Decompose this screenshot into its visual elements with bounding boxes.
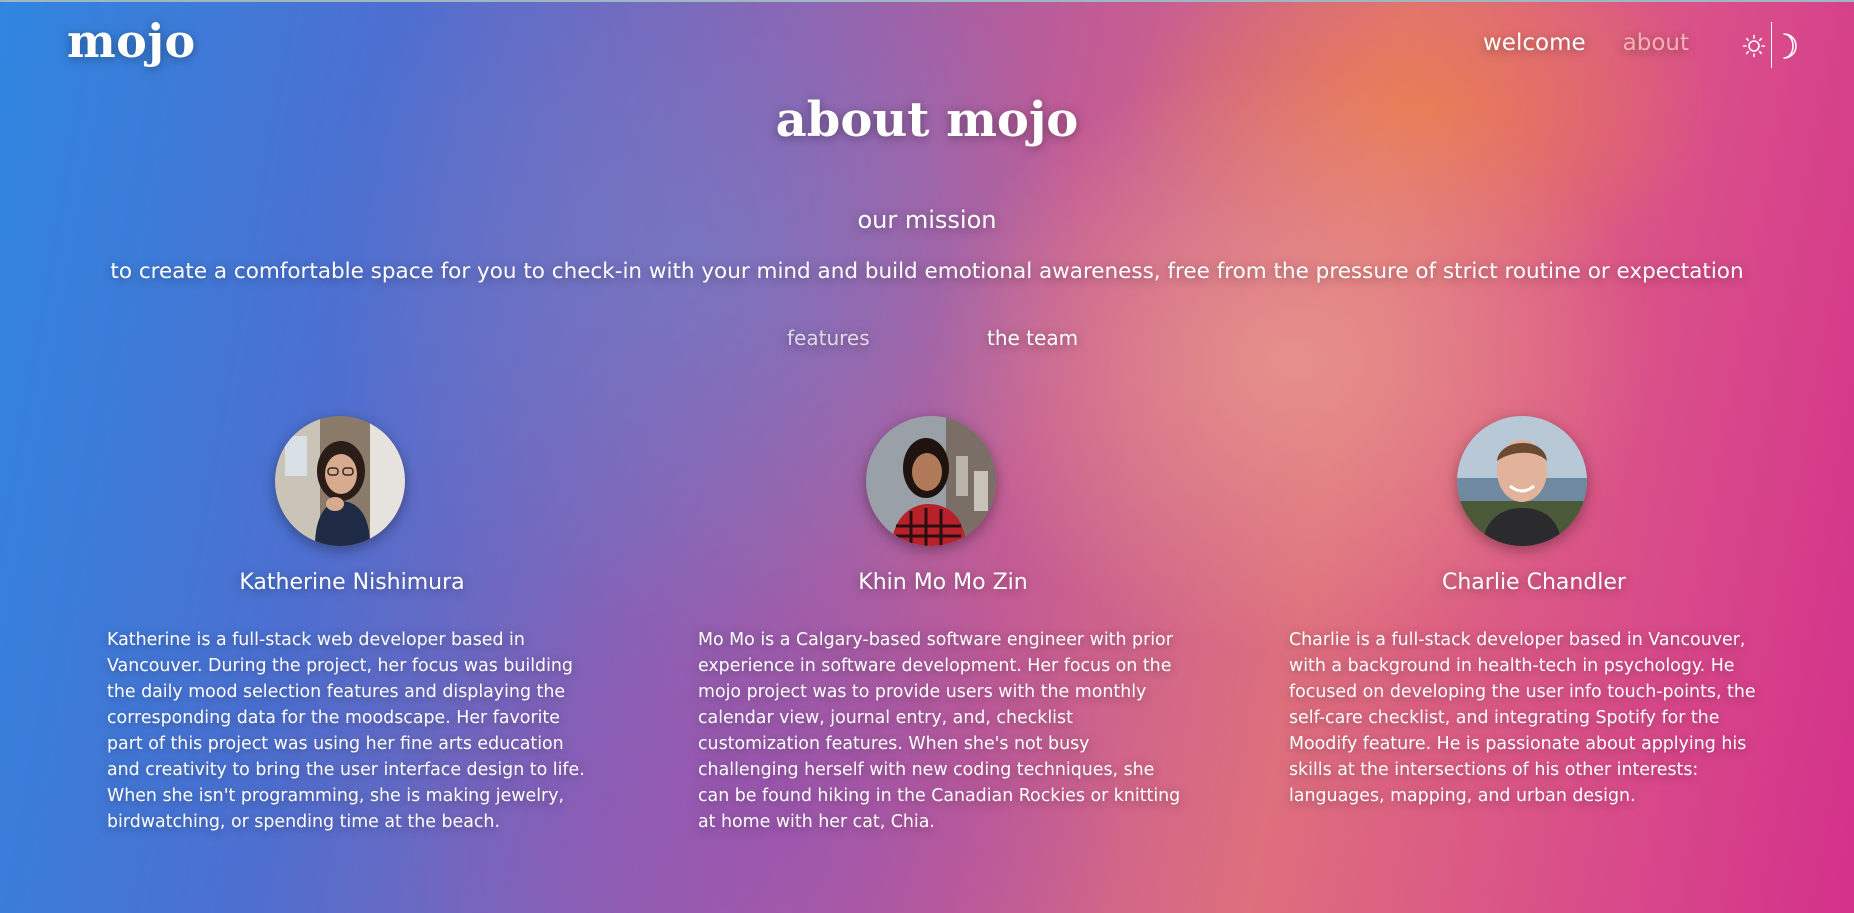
- avatar-charlie: [1457, 416, 1587, 546]
- mission-text: to create a comfortable space for you to…: [110, 259, 1744, 284]
- member-bio: Mo Mo is a Calgary-based software engine…: [698, 630, 1181, 832]
- logo[interactable]: mojo: [67, 14, 196, 68]
- toggle-divider: [1771, 22, 1772, 68]
- tab-the-team[interactable]: the team: [987, 326, 1078, 350]
- member-name: Khin Mo Mo Zin: [858, 570, 1028, 595]
- nav-welcome[interactable]: welcome: [1483, 30, 1586, 56]
- about-tabs: features the team: [0, 326, 1854, 356]
- member-bio: Katherine is a full-stack web developer …: [107, 630, 585, 832]
- top-nav: welcome about: [1483, 30, 1689, 56]
- mission-heading: our mission: [857, 206, 997, 234]
- member-bio: Charlie is a full-stack developer based …: [1289, 630, 1756, 806]
- moon-icon: [1776, 32, 1798, 60]
- theme-toggle[interactable]: [1742, 22, 1798, 70]
- avatar-katherine: [275, 416, 405, 546]
- avatar-khin-mo-mo-zin: [866, 416, 996, 546]
- member-name: Charlie Chandler: [1442, 570, 1626, 595]
- member-name: Katherine Nishimura: [239, 570, 465, 595]
- nav-about[interactable]: about: [1623, 30, 1689, 56]
- window-top-edge: [0, 0, 1854, 2]
- page-title: about mojo: [775, 92, 1079, 148]
- tab-features[interactable]: features: [787, 326, 870, 350]
- sun-icon: [1742, 34, 1766, 58]
